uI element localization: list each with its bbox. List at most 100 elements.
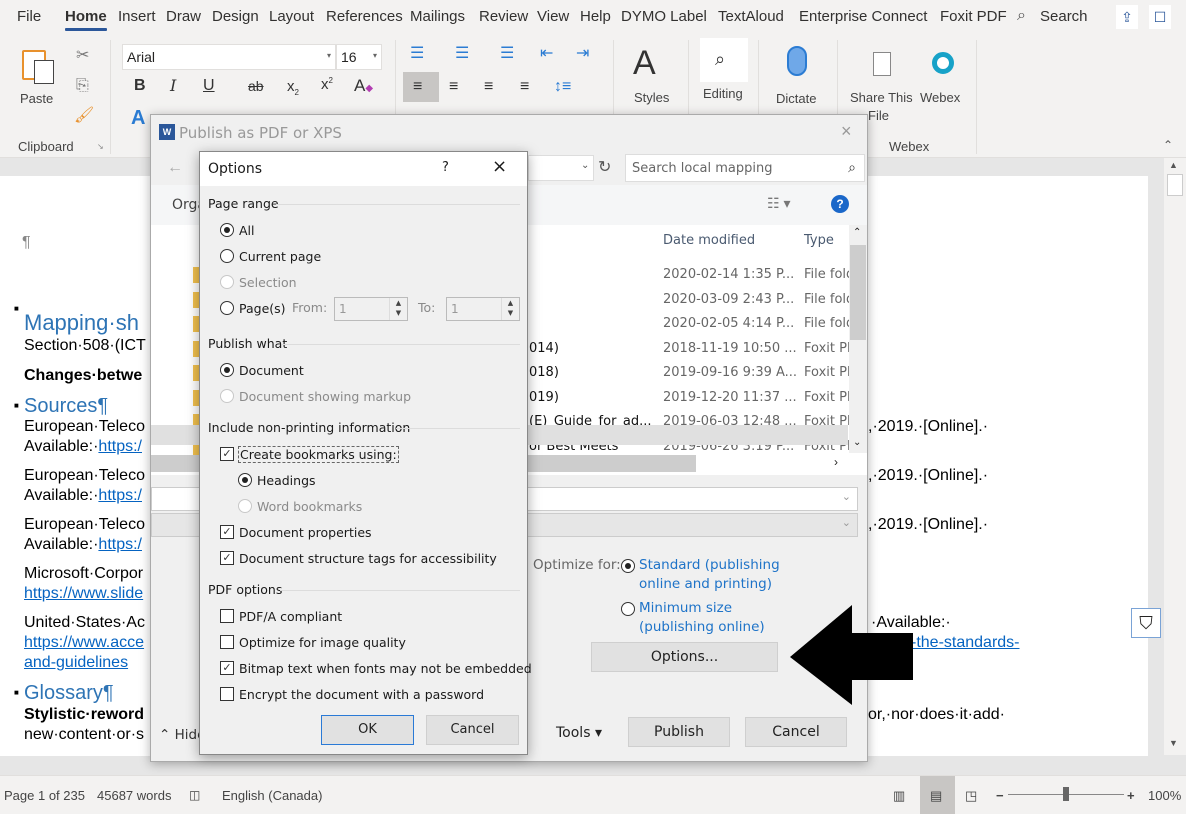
search-icon[interactable]: ⌕ <box>1017 7 1026 25</box>
spinner-arrows-icon[interactable]: ▲ ▼ <box>389 298 407 320</box>
read-mode-icon[interactable]: ▥ <box>893 788 905 804</box>
options-button[interactable]: Options... <box>591 642 778 672</box>
tab-design[interactable]: Design <box>212 8 259 25</box>
access-board-link-cont[interactable]: and-guidelines <box>24 654 128 672</box>
access-board-link[interactable]: https://www.acce <box>24 634 144 652</box>
cancel-button[interactable]: Cancel <box>745 717 847 747</box>
page-range-all-radio[interactable] <box>220 223 234 237</box>
create-bookmarks-checkbox[interactable]: ✓ <box>220 447 234 461</box>
proofing-icon[interactable]: ◫ <box>189 788 200 802</box>
tab-mailings[interactable]: Mailings <box>410 8 465 25</box>
help-button[interactable]: ? <box>442 160 449 175</box>
align-right-icon[interactable]: ≡ <box>484 79 493 95</box>
decrease-indent-icon[interactable]: ⇤ <box>540 46 553 62</box>
options-cancel-button[interactable]: Cancel <box>426 715 519 745</box>
bullets-icon[interactable]: ☰ <box>410 46 424 62</box>
file-list-scrollbar[interactable]: ⌃ ⌄ <box>849 225 867 453</box>
bitmap-text-checkbox[interactable]: ✓ <box>220 661 234 675</box>
tab-file[interactable]: File <box>17 8 41 25</box>
clear-formatting-icon[interactable]: A◆ <box>354 77 373 94</box>
font-name-select[interactable]: Arial ▾ <box>122 44 336 70</box>
bold-icon[interactable]: B <box>134 78 146 94</box>
document-properties-checkbox[interactable]: ✓ <box>220 525 234 539</box>
tab-textaloud[interactable]: TextAloud <box>718 8 784 25</box>
zoom-slider-thumb[interactable] <box>1063 787 1069 801</box>
styles-icon[interactable]: A <box>633 46 656 80</box>
zoom-out-icon[interactable]: − <box>996 788 1004 803</box>
paste-button[interactable]: Paste <box>20 91 53 106</box>
web-layout-icon[interactable]: ◳ <box>965 788 977 804</box>
copy-icon[interactable]: ⎘ <box>76 78 89 94</box>
pdfa-compliant-checkbox[interactable] <box>220 609 234 623</box>
tab-enterprise-connect[interactable]: Enterprise Connect <box>799 8 927 25</box>
close-icon[interactable]: × <box>841 121 852 142</box>
page-count[interactable]: Page 1 of 235 <box>4 788 85 803</box>
italic-icon[interactable]: I <box>170 78 176 94</box>
editing-button[interactable]: Editing <box>703 86 743 101</box>
language[interactable]: English (Canada) <box>222 788 322 803</box>
spinner-arrows-icon[interactable]: ▲ ▼ <box>501 298 519 320</box>
source-link[interactable]: https:/ <box>98 487 142 504</box>
encrypt-document-checkbox[interactable] <box>220 687 234 701</box>
styles-button[interactable]: Styles <box>634 90 669 105</box>
scroll-right-icon[interactable]: › <box>834 455 838 469</box>
paste-icon[interactable] <box>22 46 56 84</box>
source-link[interactable]: https:/ <box>98 536 142 553</box>
close-icon[interactable]: × <box>492 156 507 177</box>
bookmark-headings-radio[interactable] <box>238 473 252 487</box>
zoom-level[interactable]: 100% <box>1148 788 1181 803</box>
word-count[interactable]: 45687 words <box>97 788 171 803</box>
align-center-icon[interactable]: ≡ <box>449 79 458 95</box>
tab-dymo-label[interactable]: DYMO Label <box>621 8 707 25</box>
scroll-down-icon[interactable]: ⌄ <box>853 437 861 448</box>
underline-icon[interactable]: U <box>203 78 215 94</box>
subscript-icon[interactable]: x2 <box>287 79 299 97</box>
tab-home[interactable]: Home <box>65 8 107 31</box>
comments-icon[interactable]: ☐ <box>1149 5 1171 29</box>
share-icon[interactable]: ⇪ <box>1116 5 1138 29</box>
scroll-up-icon[interactable]: ⌃ <box>853 227 861 238</box>
page-range-current-radio[interactable] <box>220 249 234 263</box>
microphone-icon[interactable] <box>787 46 807 76</box>
justify-icon[interactable]: ≡ <box>520 79 529 95</box>
publish-button[interactable]: Publish <box>628 717 730 747</box>
editing-icon-box[interactable]: ⌕ <box>700 38 748 82</box>
scroll-thumb[interactable] <box>1167 174 1183 196</box>
tab-help[interactable]: Help <box>580 8 611 25</box>
tools-menu[interactable]: Tools ▾ <box>556 725 602 741</box>
tab-view[interactable]: View <box>537 8 569 25</box>
share-this-file-button[interactable]: Share This <box>850 90 913 105</box>
structure-tags-checkbox[interactable]: ✓ <box>220 551 234 565</box>
source-link[interactable]: https:/ <box>98 438 142 455</box>
col-date-modified[interactable]: Date modified <box>663 233 755 248</box>
strikethrough-icon[interactable]: ab <box>248 79 264 93</box>
tab-insert[interactable]: Insert <box>118 8 156 25</box>
format-painter-icon[interactable]: 🖌 <box>74 108 94 124</box>
numbering-icon[interactable]: ☰ <box>455 46 469 62</box>
address-bar[interactable]: ⌄ <box>528 155 594 181</box>
align-left-button[interactable]: ≡ <box>403 72 439 102</box>
multilevel-list-icon[interactable]: ☰ <box>500 46 514 62</box>
to-page-spinner[interactable]: 1 ▲ ▼ <box>446 297 520 321</box>
view-options-icon[interactable]: ☷ ▾ <box>767 195 790 212</box>
refresh-icon[interactable]: ↻ <box>598 157 611 177</box>
print-layout-button[interactable]: ▤ <box>920 776 955 814</box>
dictate-button[interactable]: Dictate <box>776 91 816 106</box>
tab-references[interactable]: References <box>326 8 403 25</box>
tab-draw[interactable]: Draw <box>166 8 201 25</box>
search-button[interactable]: Search <box>1040 8 1088 25</box>
publish-document-radio[interactable] <box>220 363 234 377</box>
microsoft-link[interactable]: https://www.slide <box>24 585 143 603</box>
col-type[interactable]: Type <box>804 233 834 248</box>
standards-link[interactable]: -the-standards- <box>911 634 1020 652</box>
from-page-spinner[interactable]: 1 ▲ ▼ <box>334 297 408 321</box>
scroll-down-icon[interactable]: ▼ <box>1169 738 1178 748</box>
scroll-up-icon[interactable]: ▲ <box>1169 160 1178 170</box>
optimize-minimum-radio[interactable] <box>621 602 635 616</box>
optimize-standard-radio[interactable] <box>621 559 635 573</box>
cut-icon[interactable]: ✂ <box>76 48 89 64</box>
superscript-icon[interactable]: x2 <box>321 77 333 93</box>
font-size-select[interactable]: 16 ▾ <box>336 44 382 70</box>
page-range-pages-radio[interactable] <box>220 301 234 315</box>
tab-layout[interactable]: Layout <box>269 8 314 25</box>
